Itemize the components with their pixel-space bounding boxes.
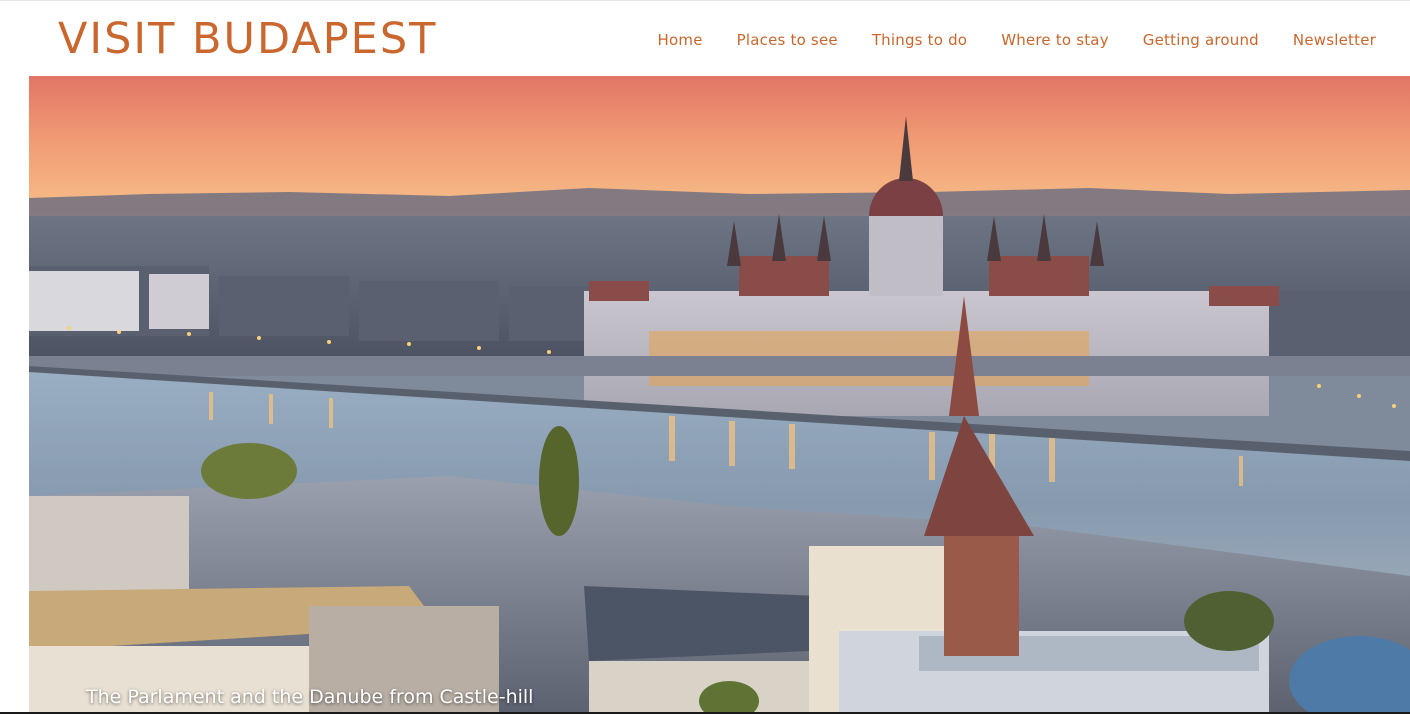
site-logo[interactable]: VISIT BUDAPEST	[58, 15, 437, 63]
site-header: VISIT BUDAPEST Home Places to see Things…	[0, 0, 1410, 76]
hero-image	[29, 76, 1410, 712]
nav-home[interactable]: Home	[658, 31, 703, 49]
nav-getting-around[interactable]: Getting around	[1143, 31, 1259, 49]
hero-banner: The Parlament and the Danube from Castle…	[29, 76, 1410, 712]
nav-places-to-see[interactable]: Places to see	[737, 31, 838, 49]
nav-newsletter[interactable]: Newsletter	[1293, 31, 1376, 49]
main-navigation: Home Places to see Things to do Where to…	[658, 28, 1376, 52]
hero-caption: The Parlament and the Danube from Castle…	[86, 686, 534, 708]
nav-things-to-do[interactable]: Things to do	[872, 31, 967, 49]
nav-where-to-stay[interactable]: Where to stay	[1001, 31, 1109, 49]
